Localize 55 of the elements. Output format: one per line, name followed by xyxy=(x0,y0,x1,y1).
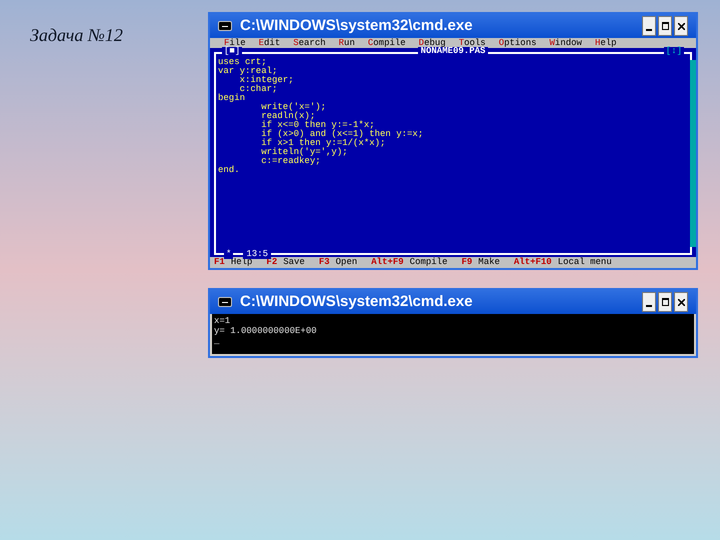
menu-item[interactable]: Compile xyxy=(368,38,406,48)
hotkey[interactable]: Alt+F10 xyxy=(514,258,552,267)
hotkey[interactable]: F1 xyxy=(214,258,225,267)
hotkey-label: Local menu xyxy=(558,258,612,267)
hotkey-label: Compile xyxy=(410,258,448,267)
console-icon xyxy=(218,21,232,31)
close-icon xyxy=(678,22,684,30)
code-line: readln(x); xyxy=(260,112,316,121)
hotkey[interactable]: Alt+F9 xyxy=(371,258,404,267)
maximize-button[interactable] xyxy=(658,16,672,36)
hotkey-label: Open xyxy=(336,258,358,267)
cursor-position: 13:5 xyxy=(243,250,272,259)
frame-mark: * xyxy=(224,250,234,259)
code-line: end. xyxy=(218,166,240,175)
output-line: y= 1.0000000000E+00 xyxy=(214,326,318,336)
code-line: if x<=0 then y:=-1*x; xyxy=(260,121,375,130)
close-icon xyxy=(678,298,684,306)
menu-item[interactable]: Options xyxy=(498,38,537,48)
hotkey[interactable]: F9 xyxy=(461,258,472,267)
code-line: begin xyxy=(218,94,246,103)
maximize-button[interactable] xyxy=(658,292,672,312)
code-line: if (x>0) and (x<=1) then y:=x; xyxy=(260,130,424,139)
hotkey[interactable]: F3 xyxy=(318,258,330,267)
code-line: var y:real; xyxy=(218,67,278,76)
menu-item[interactable]: Edit xyxy=(258,38,280,48)
minimize-button[interactable] xyxy=(642,292,656,312)
hotkey-label: Make xyxy=(478,258,500,267)
frame-zoom-button[interactable]: [↕] xyxy=(664,47,684,56)
output-line: x=1 xyxy=(214,316,231,326)
output-line: _ xyxy=(214,336,220,346)
slide-title: Задача №12 xyxy=(30,25,123,45)
minimize-button[interactable] xyxy=(642,16,656,36)
close-button[interactable] xyxy=(674,292,688,312)
window-title: C:\WINDOWS\system32\cmd.exe xyxy=(240,16,474,36)
code-line: c:char; xyxy=(240,85,278,94)
code-line: if x>1 then y:=1/(x*x); xyxy=(260,139,386,148)
menu-item[interactable]: Run xyxy=(338,38,355,48)
menu-item[interactable]: Window xyxy=(550,38,582,48)
code-line: uses crt; xyxy=(218,58,267,67)
window-title: C:\WINDOWS\system32\cmd.exe xyxy=(240,292,474,312)
menu-item[interactable]: Tools xyxy=(458,38,486,48)
console-icon xyxy=(218,297,232,307)
code-line: write('x='); xyxy=(260,103,326,112)
menu-item[interactable]: Search xyxy=(293,38,326,48)
frame-close-button[interactable]: [■] xyxy=(222,47,242,56)
close-button[interactable] xyxy=(674,16,688,36)
code-line: c:=readkey; xyxy=(260,157,321,166)
menu-item[interactable]: Help xyxy=(594,38,617,48)
menu-item[interactable]: File xyxy=(224,38,246,48)
scrollbar[interactable] xyxy=(690,60,696,247)
code-line: x:integer; xyxy=(238,76,294,85)
hotkey-label: Save xyxy=(283,258,305,267)
code-line: writeln('y=',y); xyxy=(260,148,348,157)
menu-item[interactable]: Debug xyxy=(418,38,446,48)
file-name: NONAME09.PAS xyxy=(418,47,488,56)
